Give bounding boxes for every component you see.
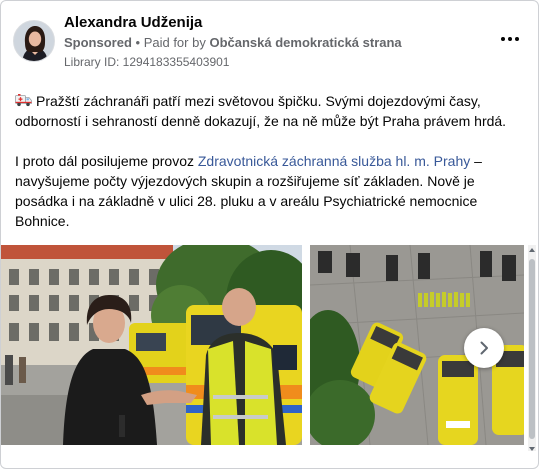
image-carousel [1, 245, 538, 445]
post-body: Pražští záchranáři patří mezi světovou š… [15, 91, 527, 271]
meta-separator: • [131, 35, 144, 50]
post-header: Alexandra Udženija Sponsored • Paid for … [13, 11, 528, 69]
sponsored-label[interactable]: Sponsored [64, 35, 132, 50]
carousel-image-1[interactable] [1, 245, 302, 445]
zzs-link[interactable]: Zdravotnická záchranná služba hl. m. Pra… [198, 153, 470, 169]
avatar[interactable] [13, 20, 55, 62]
paid-for-name[interactable]: Občanská demokratická strana [209, 35, 401, 50]
more-horizontal-icon [508, 37, 512, 41]
paragraph-2-before: I proto dál posilujeme provoz [15, 153, 198, 169]
paragraph-1: Pražští záchranáři patří mezi světovou š… [15, 91, 527, 131]
paid-for-prefix: Paid for by [143, 35, 210, 50]
paragraph-1-text: Pražští záchranáři patří mezi světovou š… [15, 93, 507, 129]
scrollbar-thumb[interactable] [529, 259, 535, 439]
paragraph-2: I proto dál posilujeme provoz Zdravotnic… [15, 151, 527, 231]
chevron-right-icon [480, 341, 488, 355]
library-id: Library ID: 1294183355403901 [64, 55, 230, 69]
more-options-button[interactable] [498, 31, 522, 47]
more-horizontal-icon [501, 37, 505, 41]
post-meta: Sponsored • Paid for by Občanská demokra… [64, 35, 402, 50]
ambulance-emoji-icon [15, 94, 32, 107]
ad-card: Alexandra Udženija Sponsored • Paid for … [0, 0, 539, 469]
scroll-down-icon[interactable] [529, 445, 535, 453]
author-name[interactable]: Alexandra Udženija [64, 14, 202, 31]
scroll-up-icon[interactable] [529, 246, 535, 254]
carousel-next-button[interactable] [464, 328, 504, 368]
more-horizontal-icon [515, 37, 519, 41]
